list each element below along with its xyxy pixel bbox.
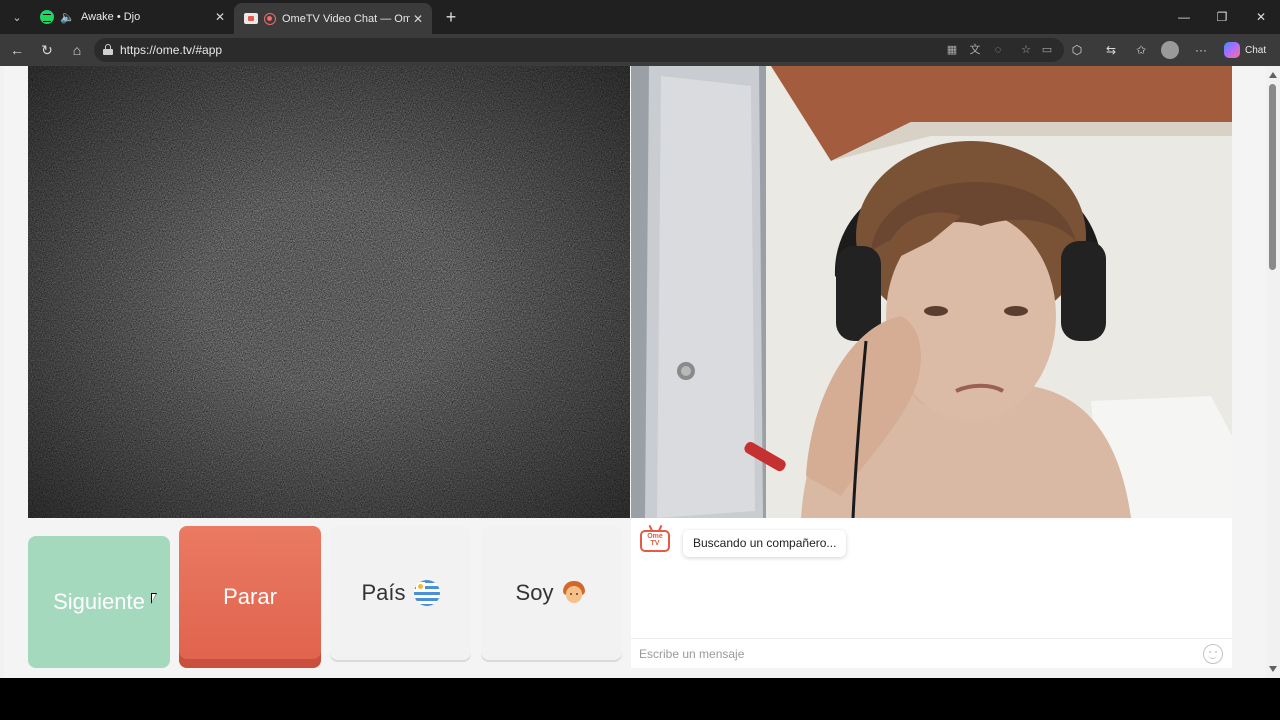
tab-title: OmeTV Video Chat — Omegle	[282, 12, 410, 25]
emoji-smiley-icon[interactable]	[1203, 644, 1223, 664]
extensions-icon[interactable]: ⬡	[1066, 40, 1088, 60]
scroll-down-arrow-icon[interactable]	[1269, 666, 1277, 672]
refresh-icon[interactable]: ↻	[36, 40, 58, 60]
spotify-icon	[40, 10, 54, 24]
split-screen-icon[interactable]: ⇆	[1100, 40, 1122, 60]
country-filter-button[interactable]: País	[330, 526, 471, 660]
browser-toolbar: ← ↻ ⌂ https://ome.tv/#app ▦ 文 ◌ ☆ ▭ ⬡ ⇆ …	[0, 34, 1280, 66]
message-input-bar	[631, 638, 1232, 668]
lock-icon[interactable]	[103, 44, 113, 55]
reading-mode-icon[interactable]: ◌	[990, 42, 1006, 58]
next-label: Siguiente	[53, 589, 145, 614]
restore-icon[interactable]: ❐	[1204, 6, 1240, 28]
mouse-cursor-icon	[151, 593, 157, 604]
chat-label: Chat	[1245, 44, 1267, 56]
country-label: País	[361, 580, 406, 605]
close-tab-icon[interactable]: ✕	[212, 10, 228, 24]
gender-label: Soy	[515, 580, 554, 605]
new-tab-plus-icon[interactable]: +	[440, 6, 462, 28]
tab-bar: ⌄ 🔈 Awake • Djo ✕ OmeTV Video Chat — Ome…	[0, 0, 1280, 34]
bottom-black-bar	[0, 678, 1280, 720]
tab-ometv[interactable]: OmeTV Video Chat — Omegle ✕	[234, 3, 432, 34]
close-window-icon[interactable]: ✕	[1243, 6, 1279, 28]
more-menu-icon[interactable]: ···	[1190, 40, 1212, 60]
favorites-icon[interactable]: ✩	[1130, 40, 1152, 60]
status-message-bubble: Buscando un compañero...	[683, 530, 847, 557]
gender-select-button[interactable]: Soy	[481, 526, 622, 660]
back-icon[interactable]: ←	[6, 40, 28, 60]
message-input[interactable]	[639, 645, 1199, 663]
close-tab-icon[interactable]: ✕	[410, 12, 426, 26]
tab-list-chevron-icon[interactable]: ⌄	[6, 7, 28, 27]
camera-in-use-icon[interactable]: ▭	[1039, 42, 1055, 58]
profile-avatar[interactable]	[1161, 41, 1179, 59]
tab-spotify[interactable]: 🔈 Awake • Djo ✕	[30, 0, 234, 34]
favorite-star-icon[interactable]: ☆	[1018, 42, 1034, 58]
url-text: https://ome.tv/#app	[120, 43, 223, 57]
copilot-chat-button[interactable]: Chat	[1220, 38, 1274, 62]
next-button[interactable]: Siguiente	[28, 536, 170, 668]
stop-button[interactable]: Parar	[179, 526, 321, 668]
page-scrollbar[interactable]	[1266, 66, 1280, 678]
translate-icon[interactable]: 文	[967, 42, 983, 58]
home-icon[interactable]: ⌂	[66, 40, 88, 60]
scroll-up-arrow-icon[interactable]	[1269, 72, 1277, 78]
address-bar[interactable]: https://ome.tv/#app ▦ 文 ◌ ☆ ▭	[94, 38, 1064, 62]
self-webcam-video	[631, 66, 1232, 518]
stranger-video	[28, 66, 630, 518]
stop-label: Parar	[223, 584, 277, 609]
ometv-favicon-icon	[244, 13, 258, 24]
app-available-icon[interactable]: ▦	[944, 42, 960, 58]
ometv-logo-icon: Ome TV	[640, 530, 670, 552]
logo-text: Ome TV	[647, 533, 663, 547]
uruguay-flag-icon	[413, 580, 440, 606]
minimize-icon[interactable]: —	[1166, 6, 1202, 28]
scroll-thumb[interactable]	[1269, 84, 1276, 270]
page-viewport: Siguiente Parar País Soy Ome TV Buscando…	[0, 66, 1280, 678]
recording-icon	[264, 12, 276, 25]
tab-title: Awake • Djo	[80, 11, 141, 23]
copilot-icon	[1224, 42, 1240, 58]
person-emoji-icon	[561, 580, 587, 606]
chat-panel: Ome TV Buscando un compañero...	[631, 518, 1232, 668]
speaker-icon[interactable]: 🔈	[60, 10, 75, 24]
